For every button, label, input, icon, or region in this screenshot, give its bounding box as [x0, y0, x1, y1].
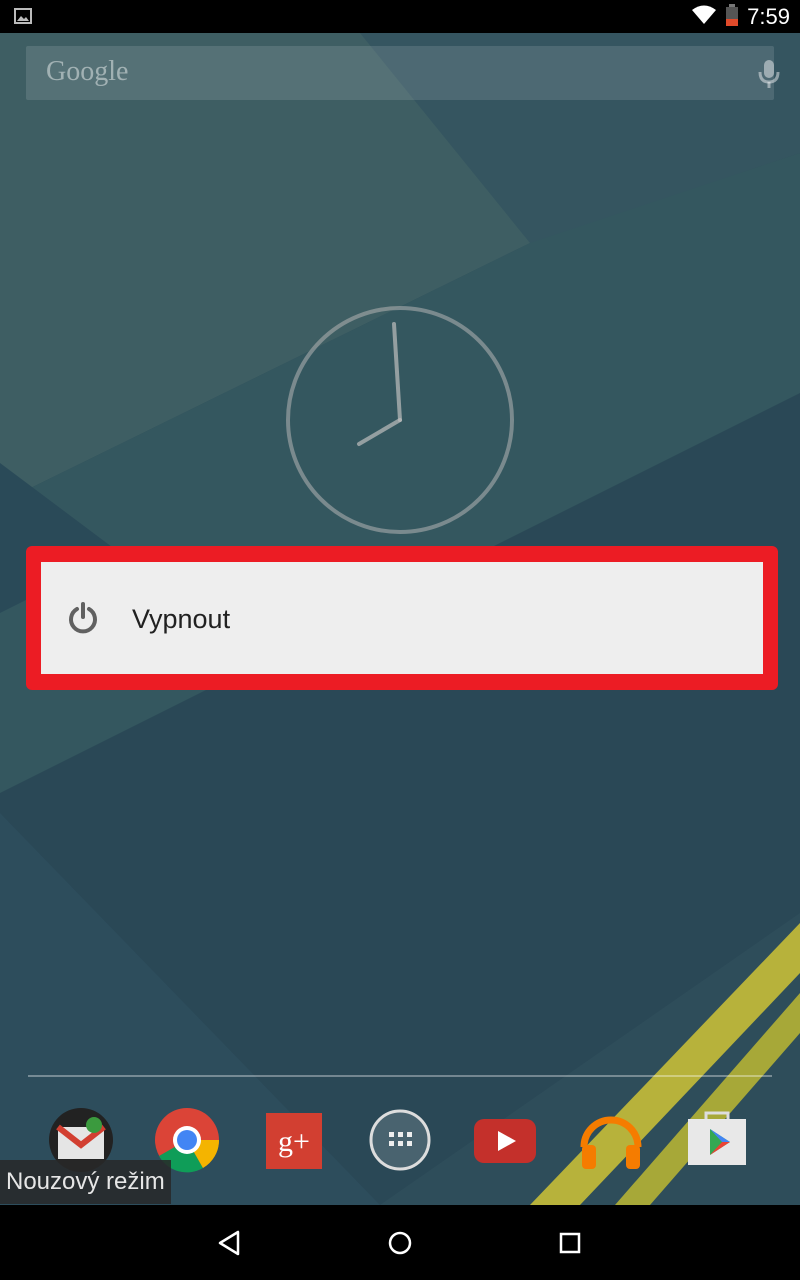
app-drawer-icon[interactable]	[365, 1105, 435, 1175]
play-store-icon[interactable]	[682, 1105, 752, 1175]
google-plus-icon[interactable]: g+	[258, 1105, 328, 1175]
analog-clock-widget[interactable]	[284, 304, 516, 536]
power-off-label: Vypnout	[132, 604, 231, 634]
status-time: 7:59	[747, 3, 790, 29]
wifi-icon	[691, 5, 717, 29]
play-music-icon[interactable]	[576, 1105, 646, 1175]
navigation-bar	[0, 1205, 800, 1280]
power-icon	[67, 602, 99, 638]
gallery-notification-icon	[14, 8, 32, 28]
google-search-bar[interactable]: Google	[26, 46, 780, 100]
battery-icon	[725, 3, 739, 30]
back-button[interactable]	[208, 1223, 252, 1263]
android-home-screen: 7:59 Google Vypnout g+ Nouzový režim	[0, 0, 800, 1280]
recents-button[interactable]	[548, 1223, 592, 1263]
power-off-option[interactable]: Vypnout	[41, 562, 763, 674]
home-button[interactable]	[378, 1223, 422, 1263]
safe-mode-label: Nouzový režim	[0, 1160, 171, 1204]
status-bar: 7:59	[0, 0, 800, 33]
youtube-icon[interactable]	[470, 1105, 540, 1175]
svg-text:g+: g+	[278, 1125, 310, 1158]
dock-divider	[28, 1075, 772, 1077]
google-logo: Google	[46, 56, 129, 87]
